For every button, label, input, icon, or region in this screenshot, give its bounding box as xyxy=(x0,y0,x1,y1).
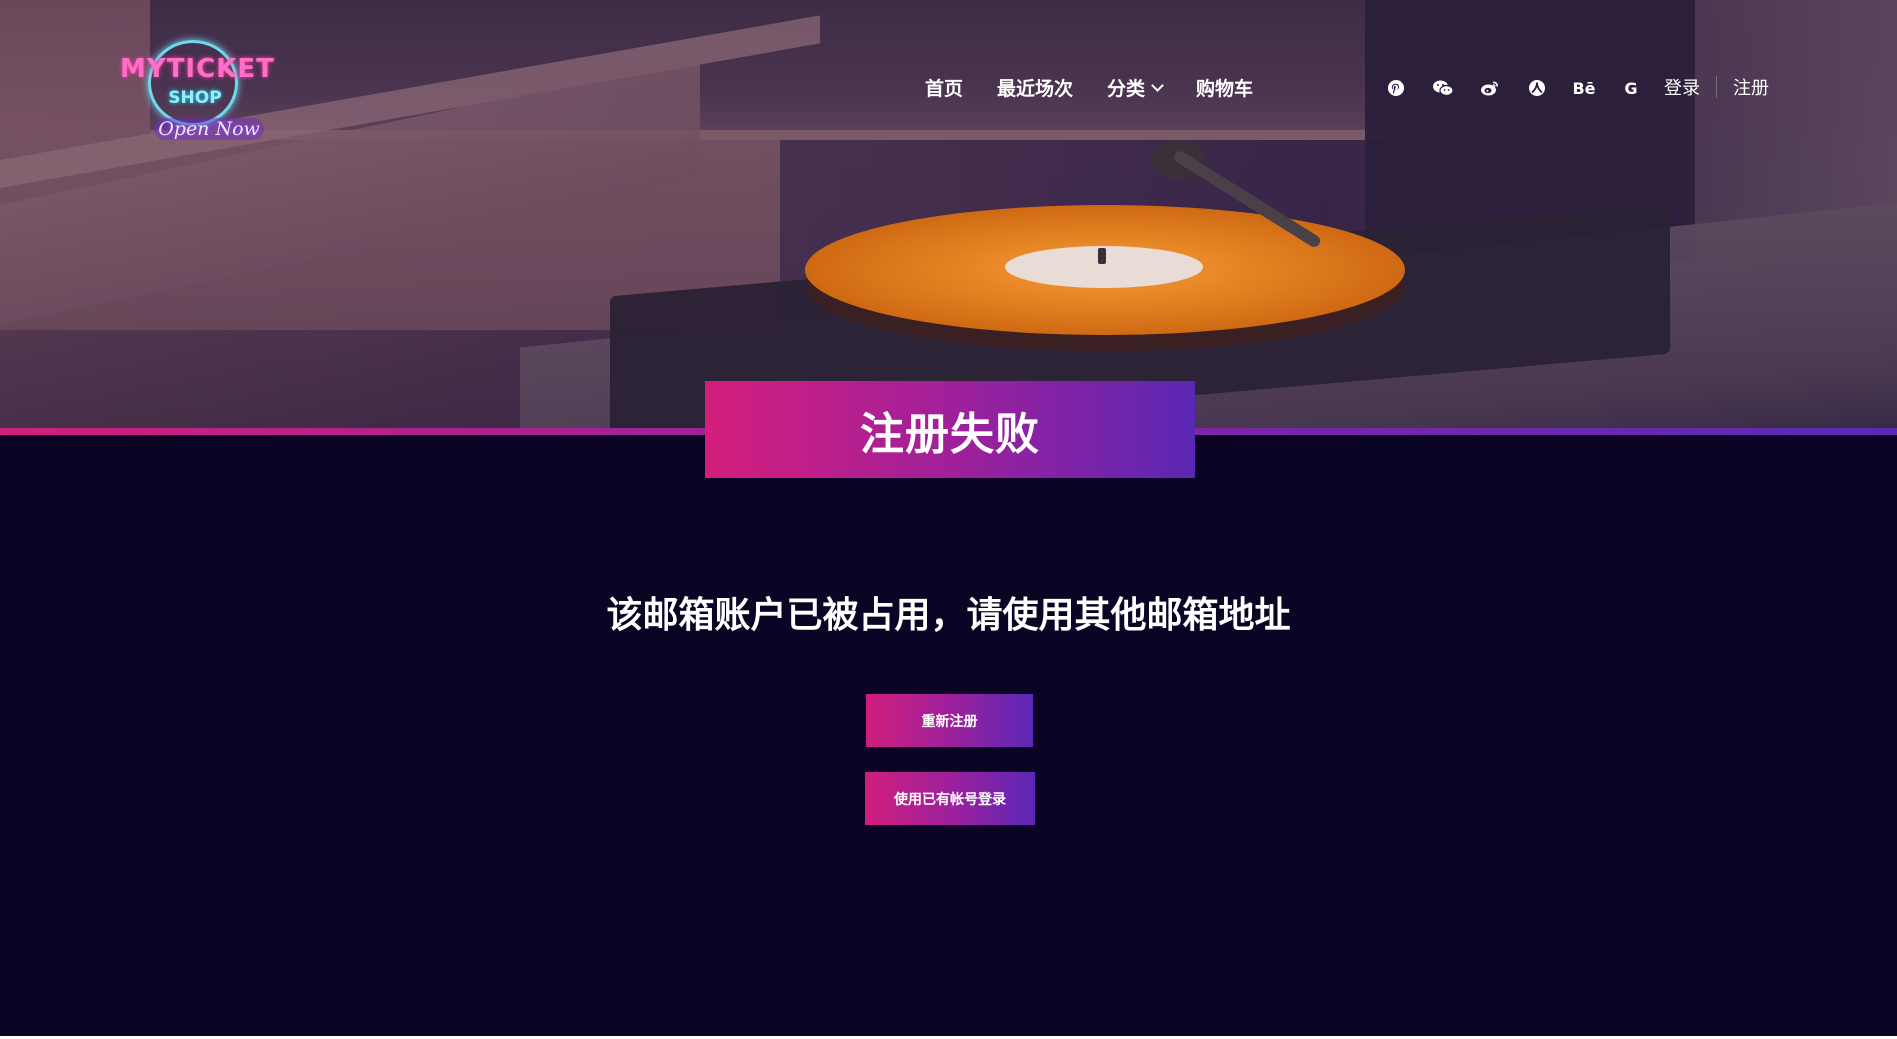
login-link[interactable]: 登录 xyxy=(1664,74,1700,100)
auth-links: 登录 注册 xyxy=(1664,74,1769,100)
nav-item-home[interactable]: 首页 xyxy=(925,74,963,101)
nav-item-cart-label: 购物车 xyxy=(1196,78,1254,100)
logo-tagline: Open Now xyxy=(154,118,264,140)
nav-item-home-label: 首页 xyxy=(925,78,964,100)
social-links: Bē G xyxy=(1382,74,1664,102)
nav-item-categories-label: 分类 xyxy=(1107,78,1146,100)
pinterest-icon[interactable] xyxy=(1382,74,1410,102)
nav-item-recent-shows-label: 最近场次 xyxy=(997,78,1074,100)
logo-shop-text: SHOP xyxy=(168,88,222,108)
site-logo[interactable]: MYTICKET SHOP Open Now xyxy=(118,36,275,146)
page-title-banner: 注册失败 xyxy=(705,381,1195,478)
chevron-down-icon xyxy=(1151,78,1164,92)
main-navigation: 首页 最近场次 分类 购物车 xyxy=(925,74,1287,101)
login-existing-account-button[interactable]: 使用已有帐号登录 xyxy=(865,772,1035,825)
error-message: 该邮箱账户已被占用，请使用其他邮箱地址 xyxy=(606,595,1291,636)
nav-item-cart[interactable]: 购物车 xyxy=(1196,74,1253,101)
behance-icon[interactable]: Bē xyxy=(1570,74,1598,102)
wechat-icon[interactable] xyxy=(1429,74,1457,102)
nav-item-recent-shows[interactable]: 最近场次 xyxy=(997,74,1073,101)
hero-spindle xyxy=(1098,248,1106,264)
hero-background-image xyxy=(0,0,1897,430)
register-link[interactable]: 注册 xyxy=(1733,74,1769,100)
reregister-button[interactable]: 重新注册 xyxy=(866,694,1033,747)
renren-icon[interactable] xyxy=(1523,74,1551,102)
nav-item-categories[interactable]: 分类 xyxy=(1107,74,1164,101)
page-title: 注册失败 xyxy=(860,408,1040,460)
google-icon[interactable]: G xyxy=(1617,74,1645,102)
weibo-icon[interactable] xyxy=(1476,74,1504,102)
logo-brand-text: MYTICKET xyxy=(120,54,275,84)
auth-separator xyxy=(1716,76,1717,98)
